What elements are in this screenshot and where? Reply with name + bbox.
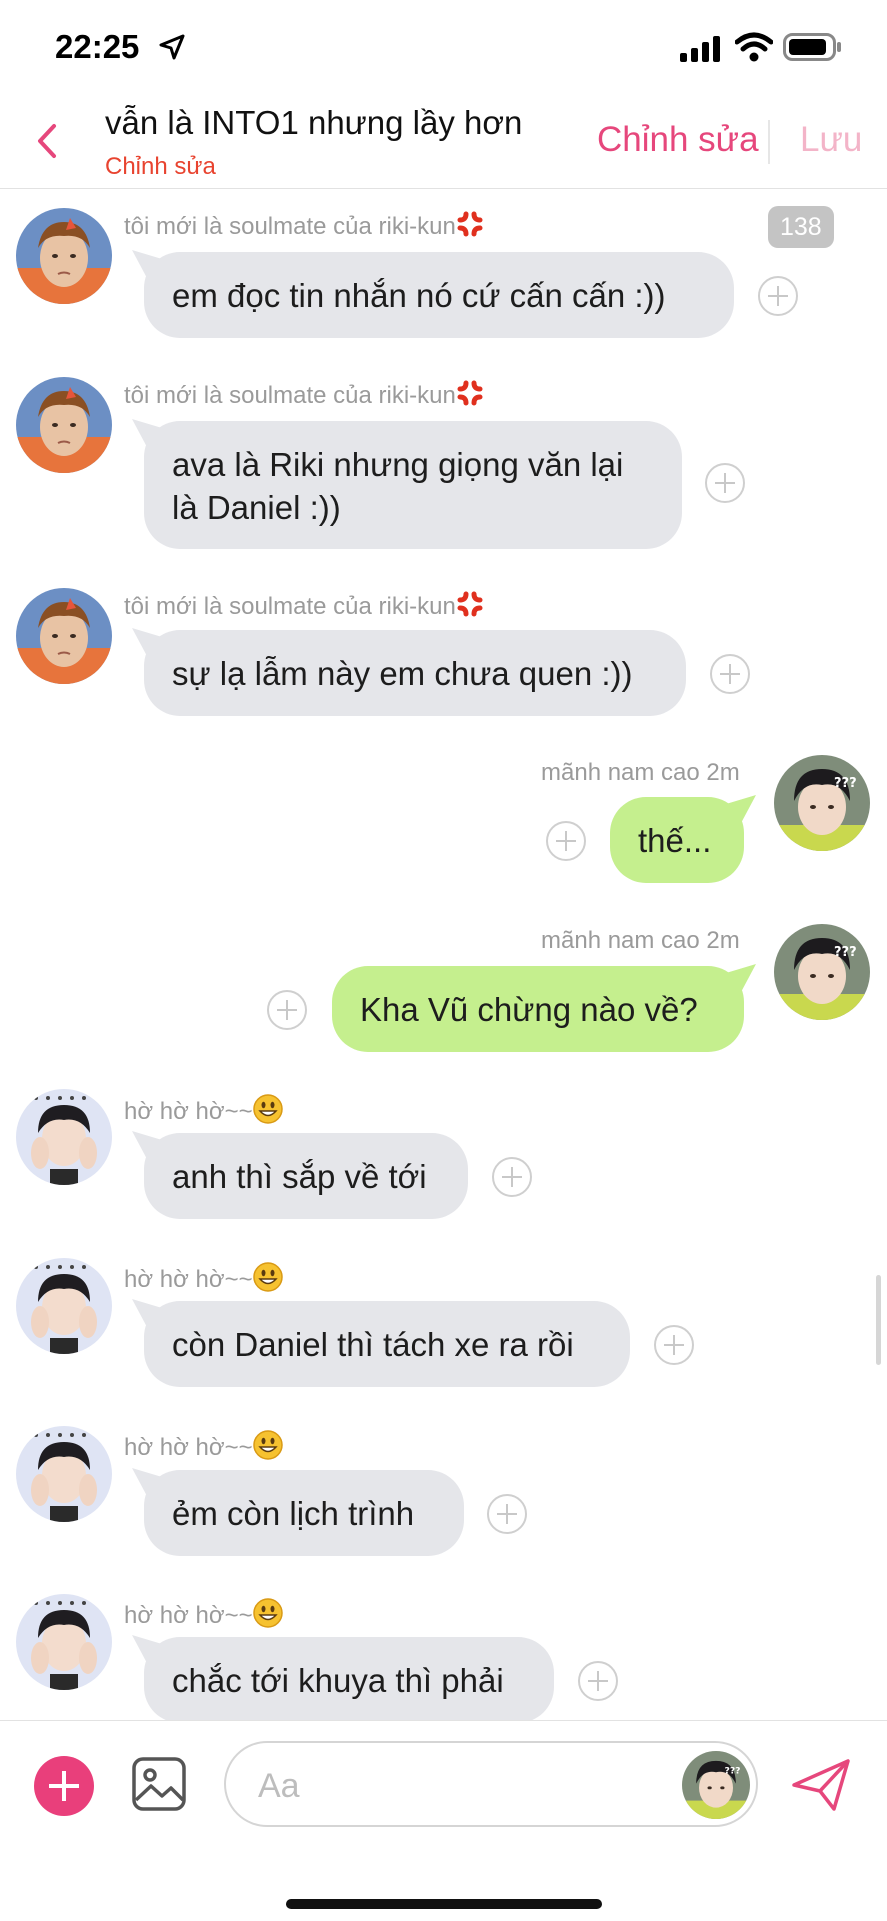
add-reaction-icon[interactable] <box>267 990 307 1030</box>
wifi-icon <box>735 32 773 62</box>
anger-emoji-icon <box>456 210 484 245</box>
sender-name-text: tôi mới là soulmate của riki-kun <box>124 592 456 620</box>
location-arrow-icon <box>159 34 185 60</box>
add-reaction-icon[interactable] <box>487 1494 527 1534</box>
message-bubble[interactable]: em đọc tin nhắn nó cứ cấn cấn :)) <box>144 252 734 338</box>
anger-emoji-icon <box>456 590 484 625</box>
sender-name-text: hờ hờ hờ~~ <box>124 1433 253 1461</box>
message-bubble[interactable]: Kha Vũ chừng nào về? <box>332 966 744 1052</box>
sender-name: hờ hờ hờ~~ <box>124 1598 283 1635</box>
image-icon[interactable] <box>131 1756 187 1812</box>
identity-avatar[interactable] <box>682 1751 750 1819</box>
message-line: là Daniel :)) <box>172 489 341 526</box>
avatar[interactable] <box>16 1426 112 1522</box>
grinning-emoji-icon <box>252 1262 283 1299</box>
battery-icon <box>783 33 841 61</box>
send-icon[interactable] <box>790 1757 852 1813</box>
message-bubble[interactable]: thế... <box>610 797 744 883</box>
joy-badge: 138 joy <box>768 206 834 283</box>
avatar[interactable] <box>774 755 870 851</box>
message-bubble[interactable]: sự lạ lẫm này em chưa quen :)) <box>144 630 686 716</box>
message-input[interactable] <box>256 1763 660 1809</box>
sender-name-text: hờ hờ hờ~~ <box>124 1601 253 1629</box>
sender-name-text: hờ hờ hờ~~ <box>124 1097 253 1125</box>
save-button[interactable]: Lưu <box>800 120 862 160</box>
edit-button[interactable]: Chỉnh sửa <box>597 120 759 160</box>
add-reaction-icon[interactable] <box>710 654 750 694</box>
sender-name-text: tôi mới là soulmate của riki-kun <box>124 381 456 409</box>
add-reaction-icon[interactable] <box>578 1661 618 1701</box>
chat-title: vẫn là INTO1 nhưng lầy hơn <box>105 104 523 141</box>
grinning-emoji-icon <box>252 1094 283 1131</box>
avatar[interactable] <box>16 1089 112 1185</box>
message-bubble[interactable]: còn Daniel thì tách xe ra rồi <box>144 1301 630 1387</box>
add-reaction-icon[interactable] <box>654 1325 694 1365</box>
add-reaction-icon[interactable] <box>492 1157 532 1197</box>
scrollbar[interactable] <box>876 1275 881 1365</box>
add-attachment-button[interactable] <box>34 1756 94 1816</box>
cellular-signal-icon <box>680 36 720 62</box>
avatar[interactable] <box>774 924 870 1020</box>
grinning-emoji-icon <box>252 1430 283 1467</box>
composer-bar <box>0 1720 887 1921</box>
sender-name: hờ hờ hờ~~ <box>124 1262 283 1299</box>
chat-subtitle[interactable]: Chỉnh sửa <box>105 153 216 181</box>
message-line: ava là Riki nhưng giọng văn lại <box>172 446 624 483</box>
sender-name-text: tôi mới là soulmate của riki-kun <box>124 212 456 240</box>
message-bubble[interactable]: ava là Riki nhưng giọng văn lại là Danie… <box>144 421 682 549</box>
avatar[interactable] <box>16 588 112 684</box>
add-reaction-icon[interactable] <box>758 276 798 316</box>
sender-name: hờ hờ hờ~~ <box>124 1094 283 1131</box>
chat-header: vẫn là INTO1 nhưng lầy hơn Chỉnh sửa Chỉ… <box>0 96 887 189</box>
sender-name: tôi mới là soulmate của riki-kun <box>124 379 484 414</box>
message-input-wrapper <box>224 1741 758 1827</box>
avatar[interactable] <box>16 208 112 304</box>
message-bubble[interactable]: chắc tới khuya thì phải <box>144 1637 554 1723</box>
header-divider <box>768 120 770 164</box>
avatar[interactable] <box>16 377 112 473</box>
anger-emoji-icon <box>456 379 484 414</box>
avatar[interactable] <box>16 1258 112 1354</box>
sender-name: tôi mới là soulmate của riki-kun <box>124 210 484 245</box>
grinning-emoji-icon <box>252 1598 283 1635</box>
back-chevron-icon[interactable] <box>30 116 66 166</box>
status-bar: 22:25 <box>0 0 887 96</box>
avatar[interactable] <box>16 1594 112 1690</box>
home-indicator <box>286 1899 602 1909</box>
add-reaction-icon[interactable] <box>546 821 586 861</box>
sender-name-text: hờ hờ hờ~~ <box>124 1265 253 1293</box>
add-reaction-icon[interactable] <box>705 463 745 503</box>
status-time: 22:25 <box>55 28 140 65</box>
sender-name: hờ hờ hờ~~ <box>124 1430 283 1467</box>
message-bubble[interactable]: anh thì sắp về tới <box>144 1133 468 1219</box>
message-bubble[interactable]: ẻm còn lịch trình <box>144 1470 464 1556</box>
sender-name: mãnh nam cao 2m <box>541 759 740 786</box>
sender-name: tôi mới là soulmate của riki-kun <box>124 590 484 625</box>
sender-name: mãnh nam cao 2m <box>541 927 740 954</box>
